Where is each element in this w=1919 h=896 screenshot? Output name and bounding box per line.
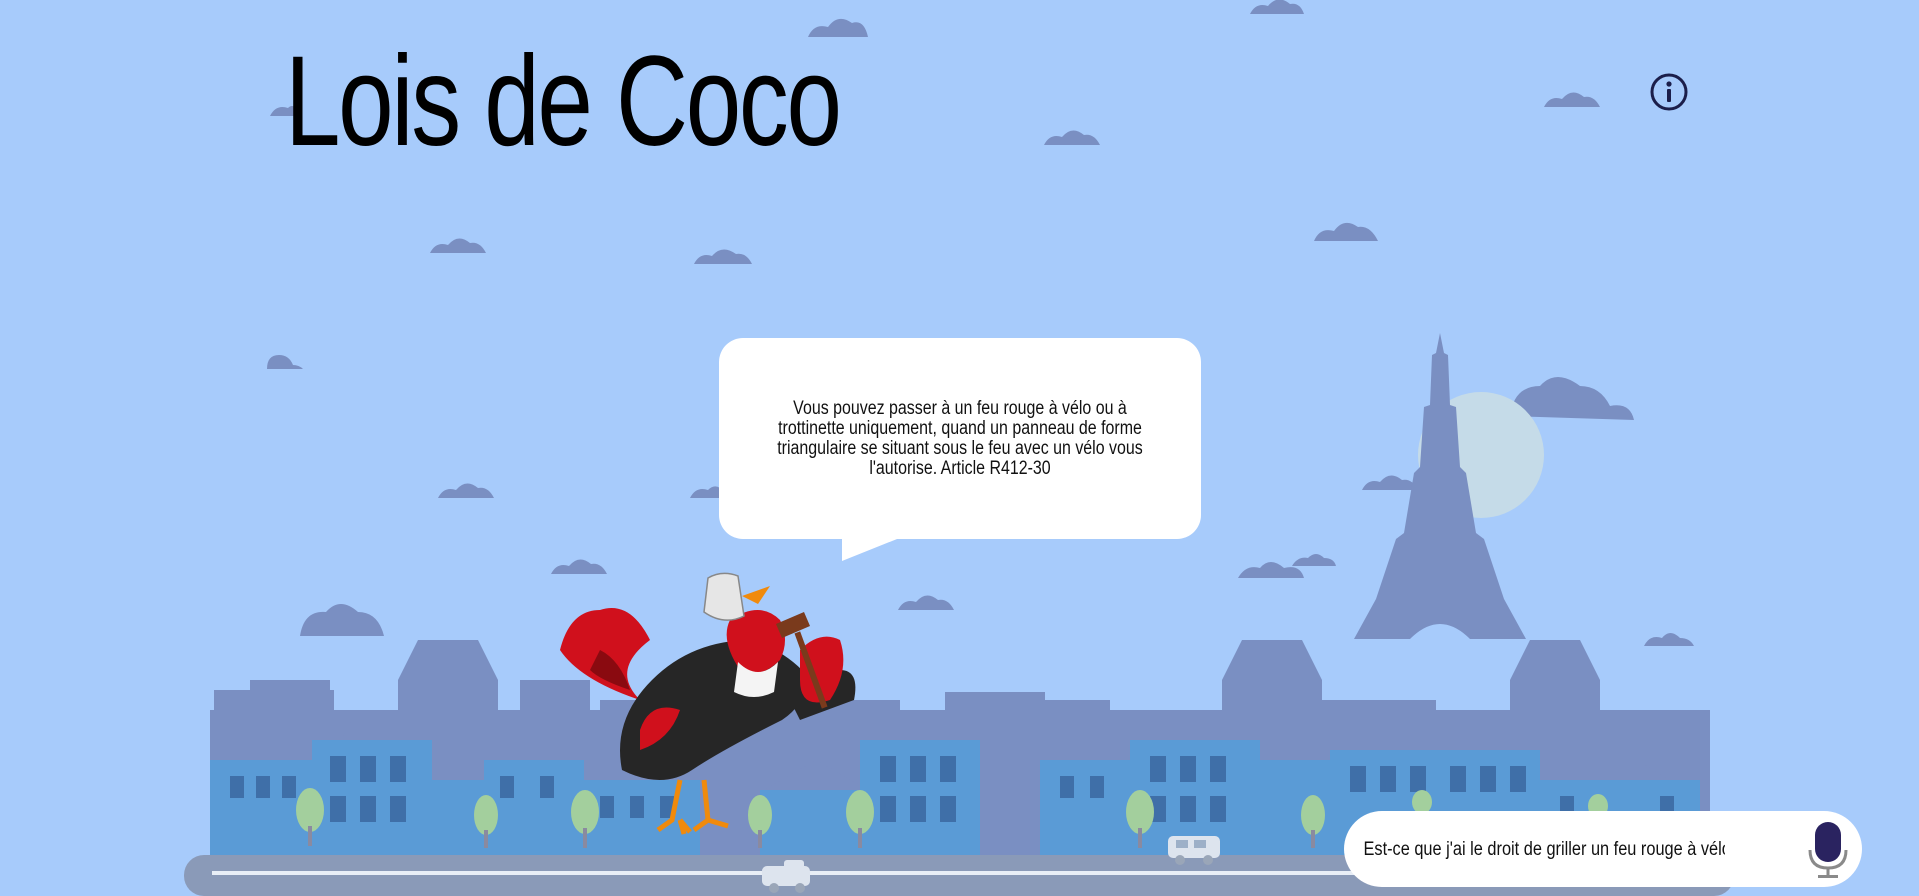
microphone-icon [1808, 822, 1848, 878]
info-circle-icon [1650, 73, 1688, 111]
question-bar [1344, 811, 1862, 887]
speech-bubble-tail [842, 537, 902, 561]
info-button[interactable] [1649, 72, 1689, 112]
question-input[interactable] [1362, 829, 1727, 871]
microphone-button[interactable] [1808, 820, 1848, 880]
page-title: Lois de Coco [285, 30, 842, 173]
answer-text: Vous pouvez passer à un feu rouge à vélo… [777, 397, 1143, 479]
answer-speech-bubble: Vous pouvez passer à un feu rouge à vélo… [719, 338, 1201, 539]
